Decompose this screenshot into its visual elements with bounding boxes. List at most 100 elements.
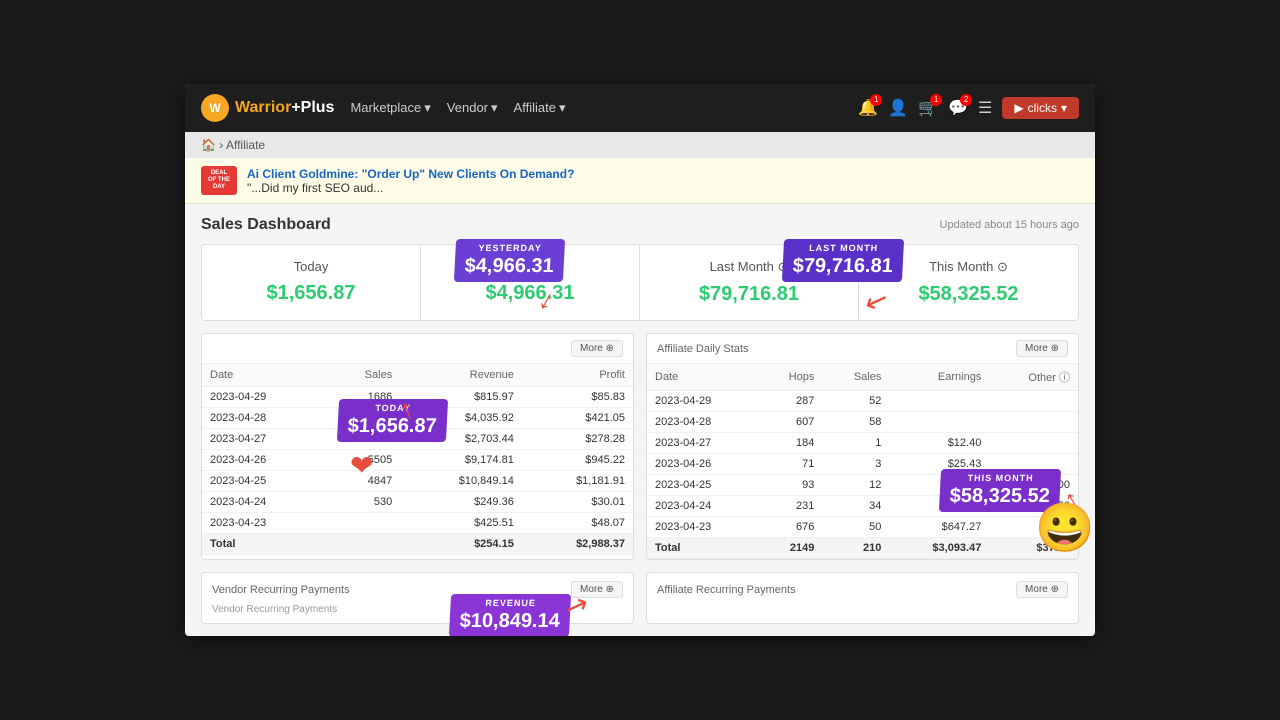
aff-other: $12.50: [989, 496, 1078, 517]
aff-other: $0.00: [989, 475, 1078, 496]
affiliate-table-row: 2023-04-28 607 58: [647, 412, 1078, 433]
aff-total-sales: 210: [822, 538, 889, 559]
vendor-sales: [326, 513, 401, 534]
notification-icon[interactable]: 🔔1: [858, 98, 878, 118]
vendor-revenue: $9,174.81: [400, 450, 522, 471]
breadcrumb-current: Affiliate: [226, 138, 265, 152]
deal-text: Ai Client Goldmine: "Order Up" New Clien…: [247, 167, 574, 195]
vendor-table-row: 2023-04-24 530 $249.36 $30.01: [202, 492, 633, 513]
vendor-profit: $85.83: [522, 387, 633, 408]
deal-badge-of-the: OF THE: [207, 177, 231, 184]
vendor-revenue: $2,703.44: [400, 429, 522, 450]
vendor-total-profit: $2,988.37: [522, 534, 633, 555]
aff-date: 2023-04-27: [647, 433, 758, 454]
vendor-sales: 1686: [326, 387, 401, 408]
stat-yesterday: Yesterday $4,966.31: [421, 245, 640, 320]
aff-date: 2023-04-24: [647, 496, 758, 517]
vendor-data-table: Date Sales Revenue Profit 2023-04-29 168…: [202, 364, 633, 555]
aff-other: [989, 454, 1078, 475]
vendor-table-section: More ⊕ Date Sales Revenue Profit: [201, 333, 634, 560]
affiliate-recurring-label: Affiliate Recurring Payments: [657, 584, 796, 596]
recurring-row: Vendor Recurring Payments More ⊕ Vendor …: [201, 572, 1079, 624]
aff-hops: 93: [758, 475, 822, 496]
vendor-sales: 2515: [326, 429, 401, 450]
affiliate-table-row: 2023-04-24 231 34 $334.66 $12.50: [647, 496, 1078, 517]
stat-today: Today $1,656.87: [202, 245, 421, 320]
aff-sales: 52: [822, 391, 889, 412]
vendor-profit: $30.01: [522, 492, 633, 513]
affiliate-recurring-section: Affiliate Recurring Payments More ⊕: [646, 572, 1079, 624]
breadcrumb-separator: ›: [219, 138, 223, 152]
vendor-revenue: $10,849.14: [400, 471, 522, 492]
vendor-date: 2023-04-23: [202, 513, 326, 534]
vendor-table-header: More ⊕: [202, 334, 633, 364]
clicks-button[interactable]: ▶ clicks ▾: [1002, 97, 1079, 119]
vendor-date: 2023-04-29: [202, 387, 326, 408]
vendor-recurring-content: Vendor Recurring Payments: [212, 604, 623, 615]
vendor-sales: 530: [326, 492, 401, 513]
col-revenue: Revenue: [400, 364, 522, 387]
aff-sales: 3: [822, 454, 889, 475]
col-earnings: Earnings: [889, 364, 989, 391]
marketplace-nav[interactable]: Marketplace ▾: [350, 100, 430, 116]
vendor-table-row: 2023-04-29 1686 $815.97 $85.83: [202, 387, 633, 408]
deal-banner: DEAL OF THE DAY Ai Client Goldmine: "Ord…: [185, 158, 1095, 205]
aff-date: 2023-04-29: [647, 391, 758, 412]
main-content: Sales Dashboard Updated about 15 hours a…: [185, 204, 1095, 636]
stat-yesterday-value: $4,966.31: [435, 282, 625, 305]
vendor-date: 2023-04-27: [202, 429, 326, 450]
vendor-profit: $1,181.91: [522, 471, 633, 492]
vendor-date: 2023-04-25: [202, 471, 326, 492]
stat-today-label: Today: [216, 259, 406, 274]
aff-hops: 676: [758, 517, 822, 538]
aff-date: 2023-04-23: [647, 517, 758, 538]
stat-yesterday-label: Yesterday: [435, 259, 625, 274]
aff-hops: 184: [758, 433, 822, 454]
cart-icon[interactable]: 🛒1: [918, 98, 938, 118]
vendor-total-sales: [326, 534, 401, 555]
affiliate-recurring-more[interactable]: More ⊕: [1016, 581, 1068, 598]
warrior-logo-icon: W: [201, 94, 229, 122]
aff-other: [989, 412, 1078, 433]
vendor-date: 2023-04-28: [202, 408, 326, 429]
aff-hops: 287: [758, 391, 822, 412]
vendor-nav[interactable]: Vendor ▾: [447, 100, 498, 116]
affiliate-table-header: Affiliate Daily Stats More ⊕: [647, 334, 1078, 364]
profile-icon[interactable]: 👤: [888, 98, 908, 118]
col-profit: Profit: [522, 364, 633, 387]
affiliate-nav[interactable]: Affiliate ▾: [514, 100, 566, 116]
affiliate-more-button[interactable]: More ⊕: [1016, 340, 1068, 357]
affiliate-table-row: 2023-04-29 287 52: [647, 391, 1078, 412]
aff-date: 2023-04-25: [647, 475, 758, 496]
cart-badge: 1: [930, 94, 942, 106]
vendor-profit: $945.22: [522, 450, 633, 471]
dashboard-header: Sales Dashboard Updated about 15 hours a…: [201, 216, 1079, 234]
aff-sales: 1: [822, 433, 889, 454]
messages-icon[interactable]: 💬2: [948, 98, 968, 118]
vendor-recurring-more[interactable]: More ⊕: [571, 581, 623, 598]
aff-date: 2023-04-28: [647, 412, 758, 433]
aff-earnings: $25.43: [889, 454, 989, 475]
col-sales: Sales: [326, 364, 401, 387]
stat-last-month-value: $79,716.81: [654, 283, 844, 306]
home-icon[interactable]: 🏠: [201, 138, 216, 152]
stat-last-month: Last Month ⊙ $79,716.81: [640, 245, 859, 320]
affiliate-table-row: 2023-04-23 676 50 $647.27 $4.69: [647, 517, 1078, 538]
messages-badge: 2: [960, 94, 972, 106]
vendor-revenue: $4,035.92: [400, 408, 522, 429]
brand-prefix: Warrior: [235, 99, 291, 116]
brand-name: Warrior+Plus: [235, 99, 334, 117]
aff-total-other: $37.03: [989, 538, 1078, 559]
aff-earnings: $303.67: [889, 475, 989, 496]
aff-sales: 34: [822, 496, 889, 517]
menu-icon[interactable]: ☰: [978, 98, 992, 118]
aff-other: [989, 391, 1078, 412]
stat-this-month-label: This Month ⊙: [873, 259, 1064, 275]
affiliate-table-row: 2023-04-27 184 1 $12.40: [647, 433, 1078, 454]
stat-today-value: $1,656.87: [216, 282, 406, 305]
vendor-more-button[interactable]: More ⊕: [571, 340, 623, 357]
aff-hops: 71: [758, 454, 822, 475]
browser-frame: W Warrior+Plus Marketplace ▾ Vendor ▾ Af…: [185, 84, 1095, 637]
deal-badge-deal: DEAL: [207, 170, 231, 177]
deal-title[interactable]: Ai Client Goldmine: "Order Up" New Clien…: [247, 167, 574, 181]
